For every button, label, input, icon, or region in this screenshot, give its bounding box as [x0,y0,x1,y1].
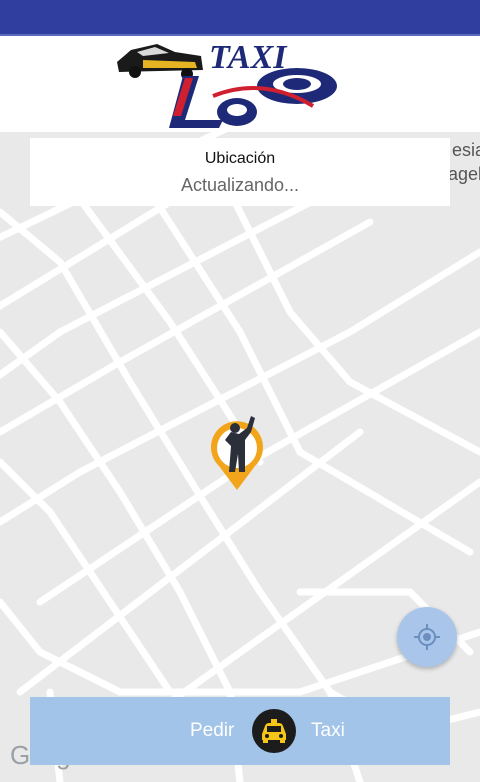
person-hailing-taxi-pin-icon[interactable] [205,410,269,494]
location-status: Actualizando... [180,175,300,195]
order-button-label-right: Taxi [311,720,345,741]
map-place-label: agel [448,164,480,184]
order-button-label-left: Pedir [190,720,235,741]
taxi-leo-logo: TAXI [113,36,344,132]
taxi-car-icon [252,709,296,753]
my-location-icon [414,624,440,650]
my-location-button[interactable] [397,607,457,667]
svg-text:TAXI: TAXI [209,39,288,76]
app-header: TAXI [0,36,480,132]
map-place-label: esia [452,140,480,160]
order-taxi-button[interactable]: Pedir Taxi [30,697,450,765]
location-card: Ubicación Actualizando... [30,138,450,206]
status-bar [0,0,480,36]
location-title: Ubicación [204,150,276,167]
